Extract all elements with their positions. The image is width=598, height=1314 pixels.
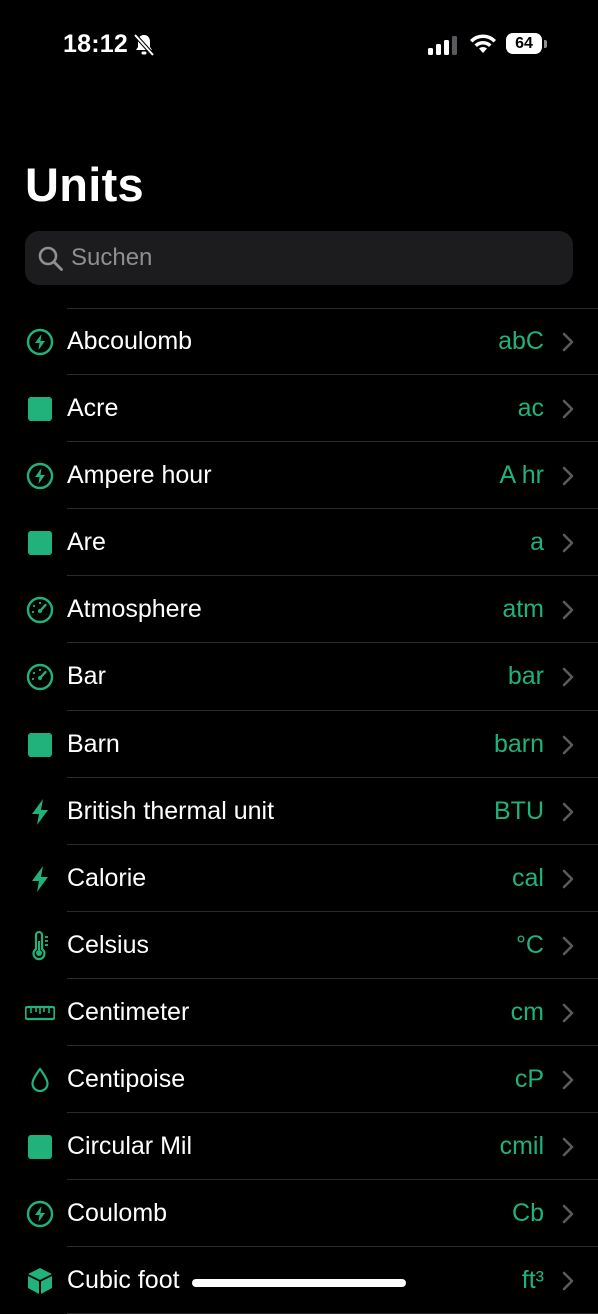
chevron-right-icon [562,1070,574,1090]
unit-name: Are [67,528,106,557]
list-item-are[interactable]: Are a [0,509,598,577]
chevron-right-icon [562,668,574,687]
page-title: Units [25,158,144,211]
ruler-icon [24,998,56,1028]
bolt-circle-icon [25,461,55,491]
list-item-centipoise[interactable]: Centipoise cP [0,1046,598,1114]
chevron-right-icon [562,1137,574,1157]
list-item-atmosphere[interactable]: Atmosphere atm [0,576,598,644]
chevron-right-icon [562,533,574,553]
unit-symbol: ft³ [521,1266,544,1295]
bell-slash-icon [133,33,155,57]
unit-name: British thermal unit [67,796,275,825]
gauge-icon [25,662,55,692]
unit-name: Centimeter [67,997,190,1026]
square-icon [25,730,55,760]
chevron-right-icon [562,936,574,956]
unit-name: Celsius [67,930,149,959]
square-icon [25,528,55,558]
unit-symbol: BTU [494,796,544,825]
bolt-icon [25,797,55,827]
drop-icon [25,1065,55,1095]
list-item-coulomb[interactable]: Coulomb Cb [0,1180,598,1248]
battery-icon: 64 [506,33,548,56]
unit-symbol: °C [515,930,544,959]
unit-symbol: abC [498,327,544,355]
unit-name: Abcoulomb [67,327,193,355]
list-item-celsius[interactable]: Celsius °C [0,912,598,980]
battery-level: 64 [506,33,542,54]
units-list: Abcoulomb abC Acre ac Ampere hour A hr A… [0,308,598,1314]
unit-symbol: cm [510,997,544,1026]
unit-symbol: ac [517,394,544,423]
unit-symbol: A hr [499,461,544,490]
unit-name: Coulomb [67,1199,168,1228]
square-icon [25,1132,55,1162]
list-item-british-thermal-unit[interactable]: British thermal unit BTU [0,778,598,845]
list-item-bar[interactable]: Bar bar [0,643,598,711]
bolt-circle-icon [25,327,55,357]
status-time: 18:12 [63,30,128,58]
home-indicator[interactable] [192,1279,406,1287]
cellular-signal-icon [428,36,457,55]
unit-symbol: Cb [512,1199,544,1228]
bolt-circle-icon [25,1199,55,1229]
unit-name: Acre [67,394,119,423]
bolt-icon [25,864,55,894]
chevron-right-icon [562,1204,574,1224]
list-item-barn[interactable]: Barn barn [0,711,598,778]
unit-name: Circular Mil [67,1132,192,1161]
search-icon [38,246,63,271]
chevron-right-icon [562,601,574,620]
search-bar[interactable] [25,231,573,285]
unit-symbol: a [530,528,544,557]
chevron-right-icon [562,1272,574,1291]
unit-name: Calorie [67,863,147,892]
unit-name: Bar [67,662,106,691]
unit-name: Ampere hour [67,461,212,490]
list-item-circular-mil[interactable]: Circular Mil cmil [0,1113,598,1181]
chevron-right-icon [562,332,574,352]
chevron-right-icon [562,802,574,821]
search-input[interactable] [71,231,551,285]
unit-name: Cubic foot [67,1266,180,1295]
list-item-acre[interactable]: Acre ac [0,375,598,443]
unit-symbol: cmil [499,1132,544,1161]
chevron-right-icon [562,869,574,889]
unit-name: Centipoise [67,1065,186,1094]
unit-symbol: cal [512,863,544,892]
chevron-right-icon [562,735,574,754]
list-item-centimeter[interactable]: Centimeter cm [0,979,598,1047]
unit-symbol: bar [507,662,544,691]
cube-icon [25,1266,55,1296]
thermometer-icon [25,930,55,961]
chevron-right-icon [562,466,574,486]
unit-name: Barn [67,729,120,758]
battery-tip [544,40,547,48]
unit-symbol: cP [514,1065,544,1094]
list-item-calorie[interactable]: Calorie cal [0,845,598,912]
unit-symbol: atm [502,595,544,624]
list-item-ampere-hour[interactable]: Ampere hour A hr [0,442,598,510]
list-item-abcoulomb[interactable]: Abcoulomb abC [0,308,598,376]
chevron-right-icon [562,399,574,419]
gauge-icon [25,595,55,625]
unit-symbol: barn [493,729,544,758]
unit-name: Atmosphere [67,595,202,624]
status-bar: 18:12 64 [0,0,598,90]
square-icon [25,394,55,424]
chevron-right-icon [562,1003,574,1023]
wifi-icon [470,34,496,53]
